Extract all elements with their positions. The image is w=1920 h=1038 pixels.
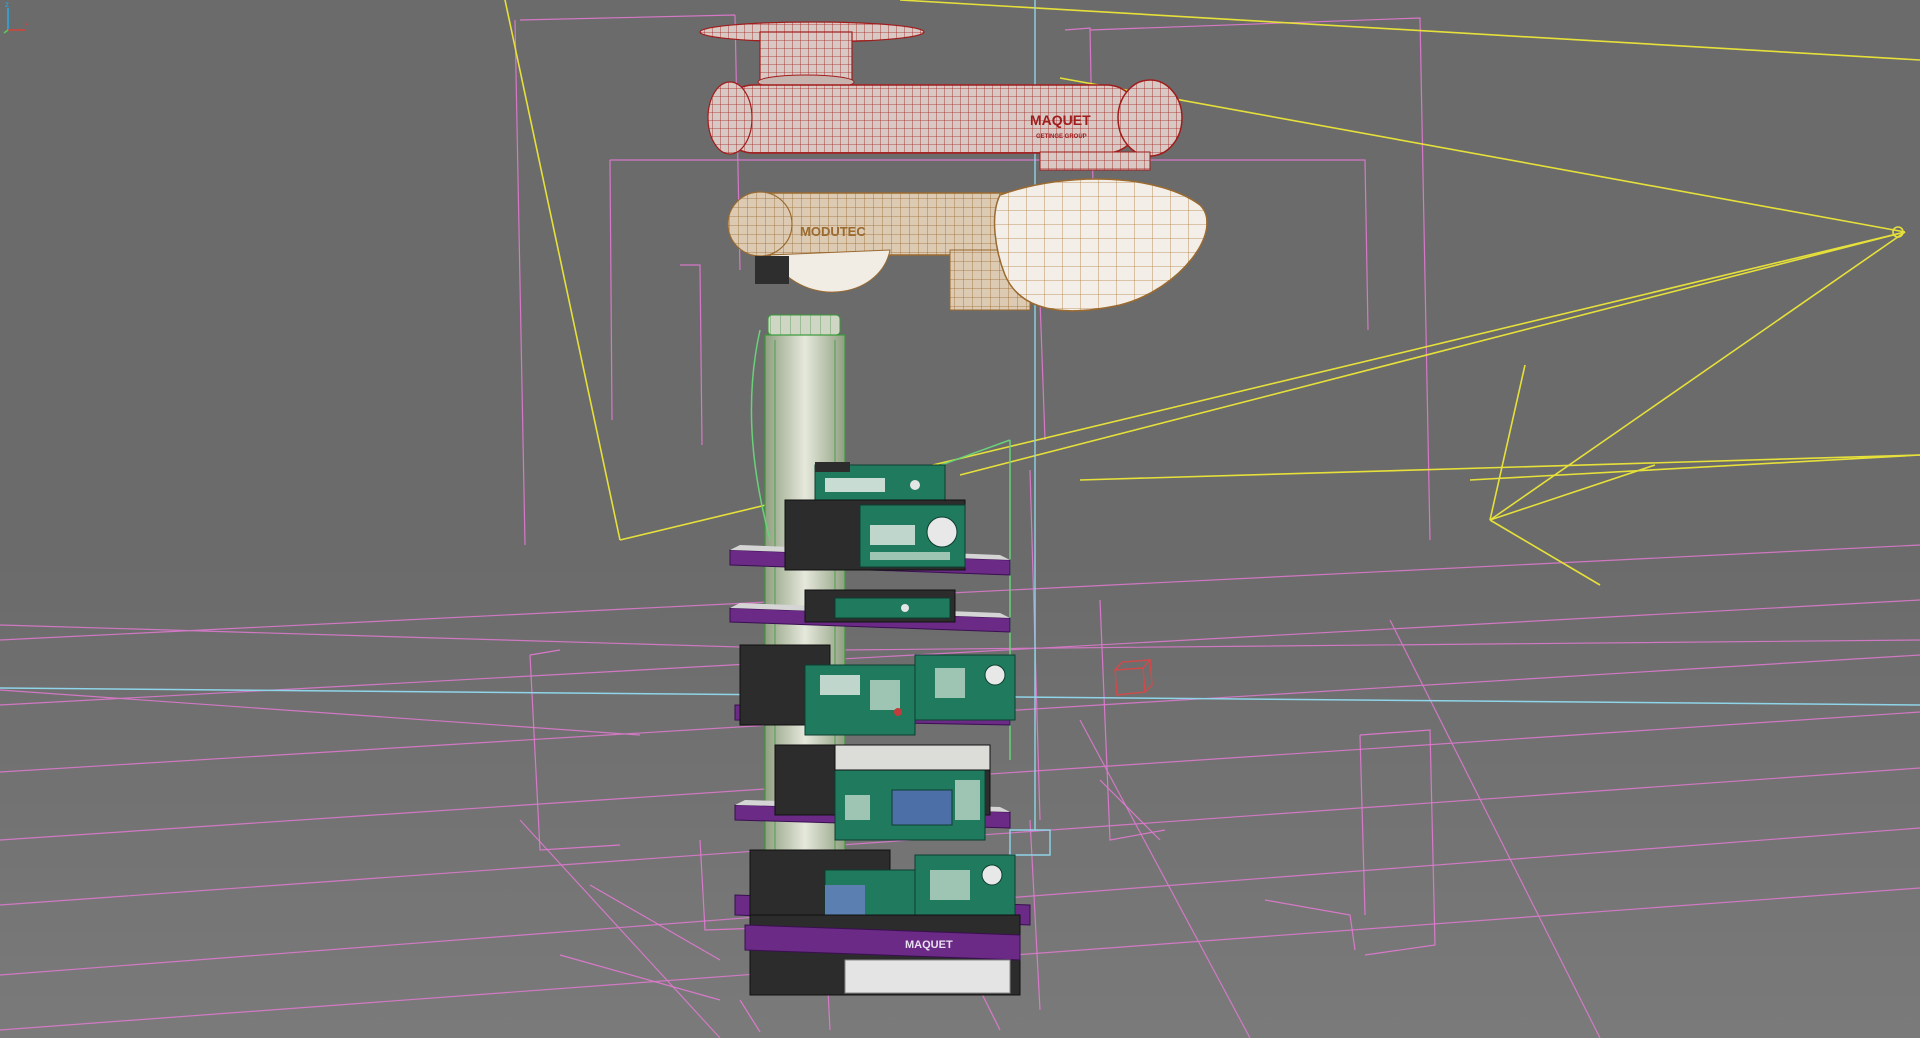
axis-z-label: z <box>5 0 9 9</box>
axis-tripod-icon: z x <box>3 0 28 34</box>
base-cabinet[interactable]: MAQUET <box>744 914 1021 996</box>
3d-viewport[interactable]: MAQUET GETINGE GROUP MODUTEC MAQUET z x <box>0 0 1920 1038</box>
upper-arm[interactable]: MAQUET GETINGE GROUP <box>707 79 1183 171</box>
lower-arm[interactable]: MODUTEC <box>727 191 1036 311</box>
device-unit-b[interactable] <box>804 589 956 623</box>
ceiling-mount[interactable] <box>699 21 925 90</box>
base-label: MAQUET <box>905 939 953 951</box>
upper-arm-subtitle: GETINGE GROUP <box>1036 134 1087 140</box>
device-unit-a[interactable] <box>784 499 966 571</box>
motor-housing[interactable] <box>993 178 1208 312</box>
lower-arm-brand: MODUTEC <box>800 224 866 239</box>
upper-arm-brand: MAQUET <box>1030 112 1091 128</box>
axis-x-label: x <box>25 22 28 28</box>
device-monitor-small[interactable] <box>814 462 946 506</box>
scene-canvas[interactable]: MAQUET GETINGE GROUP MODUTEC MAQUET <box>0 0 1920 1038</box>
